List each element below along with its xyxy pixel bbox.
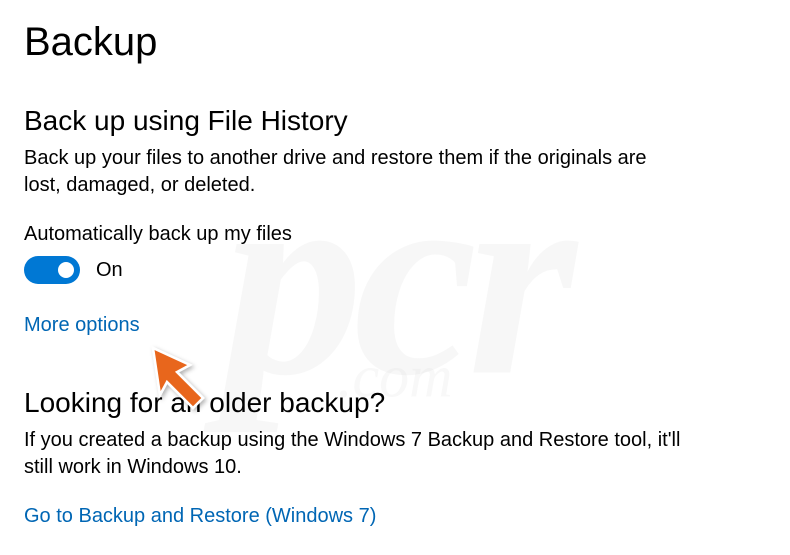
older-backup-heading: Looking for an older backup?	[24, 387, 766, 419]
older-backup-description: If you created a backup using the Window…	[24, 427, 684, 481]
toggle-knob	[58, 262, 74, 278]
page-title: Backup	[24, 20, 766, 65]
file-history-heading: Back up using File History	[24, 105, 766, 137]
more-options-link[interactable]: More options	[24, 314, 140, 337]
toggle-state-text: On	[96, 259, 123, 282]
older-backup-section: Looking for an older backup? If you crea…	[24, 387, 766, 528]
auto-backup-label: Automatically back up my files	[24, 223, 766, 246]
auto-backup-toggle[interactable]	[24, 256, 80, 284]
file-history-description: Back up your files to another drive and …	[24, 145, 684, 199]
backup-restore-win7-link[interactable]: Go to Backup and Restore (Windows 7)	[24, 505, 376, 528]
file-history-section: Back up using File History Back up your …	[24, 105, 766, 337]
